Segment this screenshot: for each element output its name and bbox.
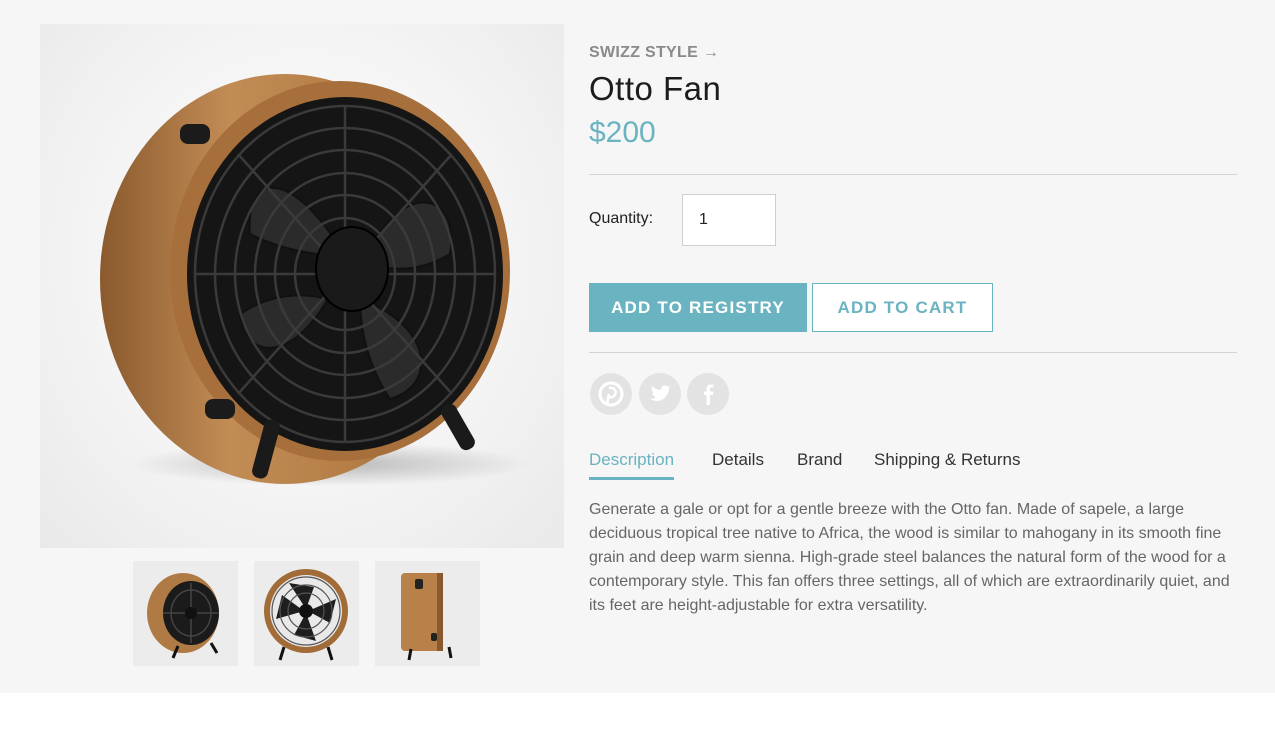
otto-fan-illustration: [100, 74, 530, 486]
tab-description[interactable]: Description: [589, 450, 675, 480]
thumbnail-front-angle[interactable]: [133, 561, 238, 666]
tab-details[interactable]: Details: [712, 450, 764, 477]
quantity-label: Quantity:: [589, 210, 654, 227]
tab-brand[interactable]: Brand: [797, 450, 842, 477]
facebook-icon[interactable]: [687, 373, 729, 415]
main-product-image: [40, 24, 564, 548]
product-page: SWIZZ STYLE → Otto Fan $200 Quantity: AD…: [0, 0, 1275, 693]
tab-shipping-returns[interactable]: Shipping & Returns: [874, 450, 1020, 477]
brand-link[interactable]: SWIZZ STYLE →: [589, 44, 719, 62]
divider: [589, 352, 1237, 353]
product-description: Generate a gale or opt for a gentle bree…: [589, 501, 1230, 614]
twitter-icon[interactable]: [639, 373, 681, 415]
add-to-registry-button[interactable]: ADD TO REGISTRY: [589, 283, 807, 332]
divider: [589, 174, 1237, 175]
pinterest-icon[interactable]: [590, 373, 632, 415]
thumbnail-strip: [133, 561, 483, 667]
product-price: $200: [589, 116, 656, 149]
quantity-input[interactable]: [682, 194, 776, 246]
add-to-cart-button[interactable]: ADD TO CART: [812, 283, 993, 332]
thumbnail-side[interactable]: [375, 561, 480, 666]
product-title: Otto Fan: [589, 70, 722, 107]
thumbnail-front[interactable]: [254, 561, 359, 666]
